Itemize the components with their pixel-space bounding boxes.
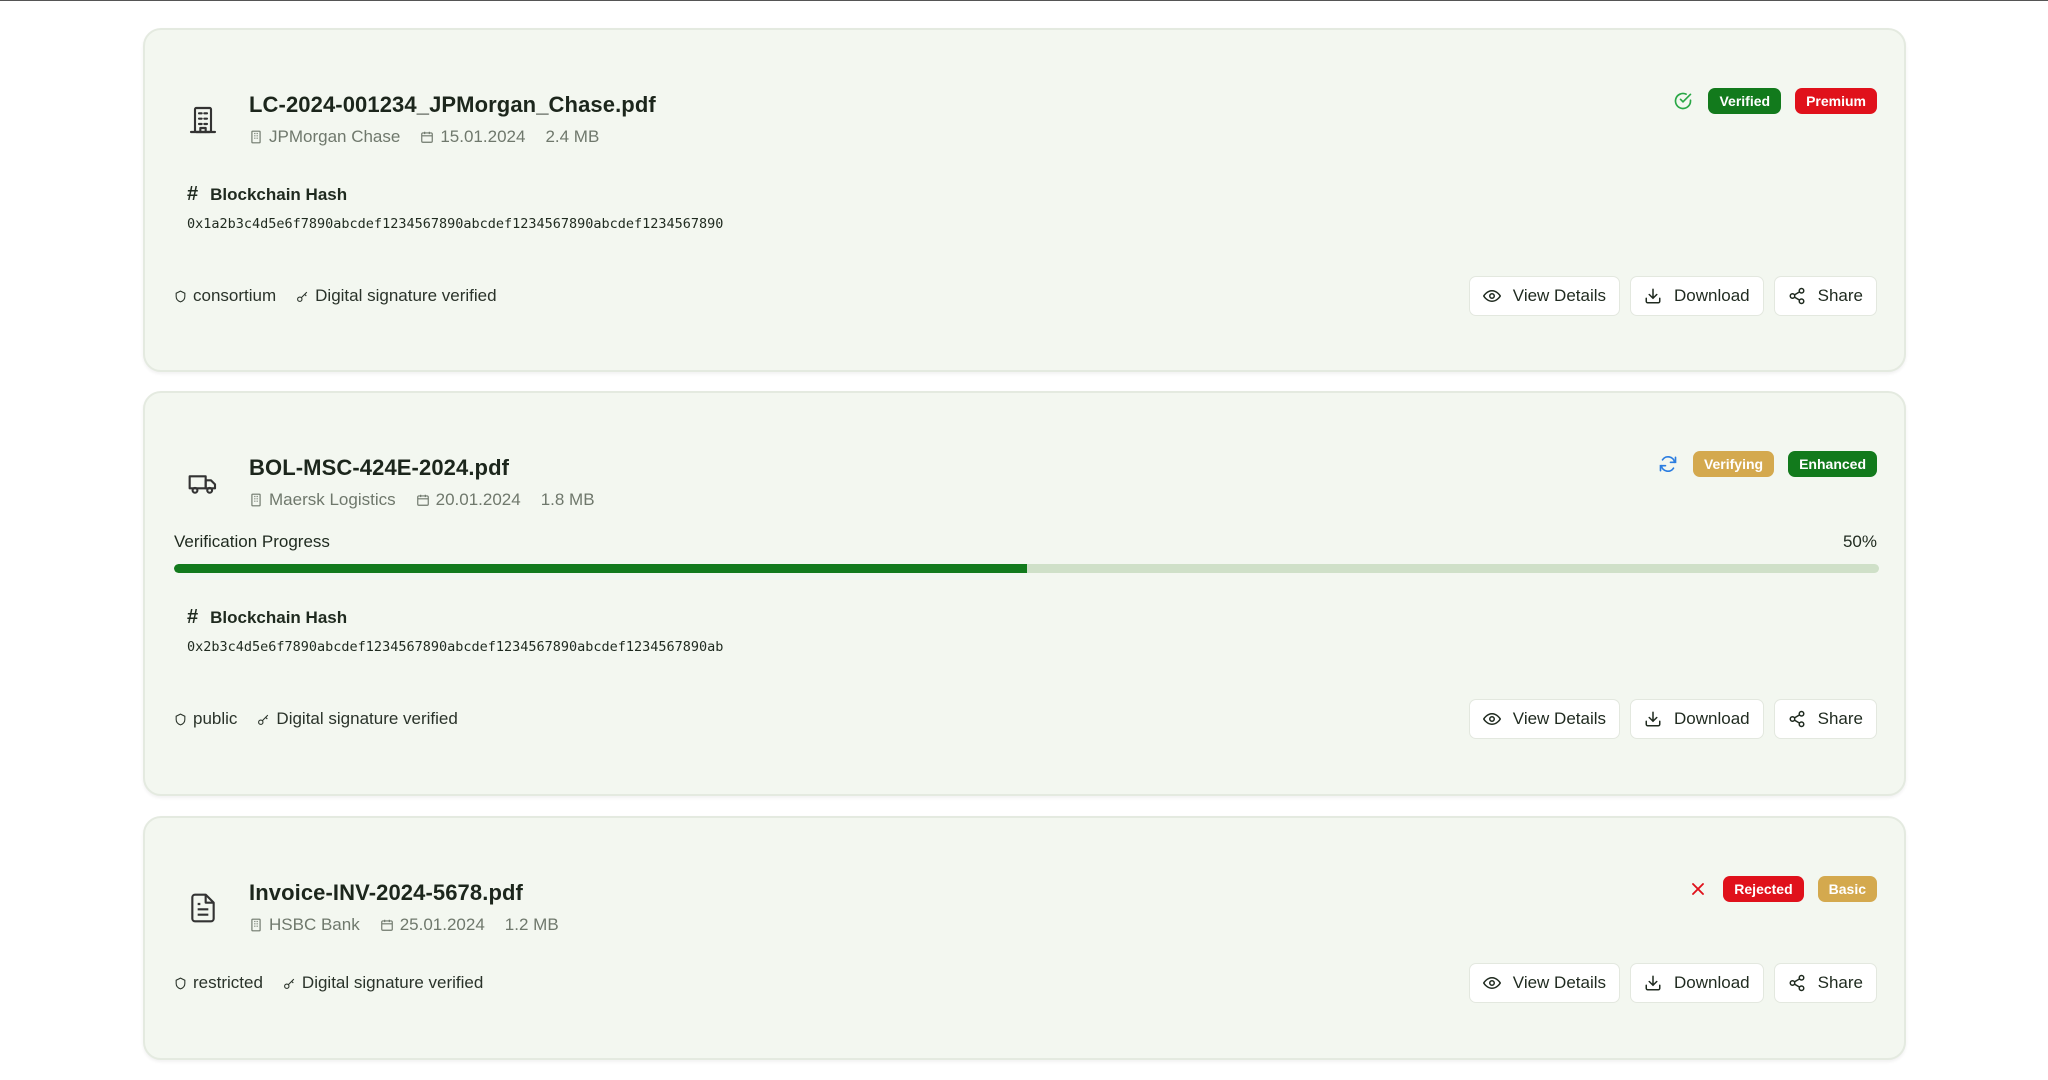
- document-meta: HSBC Bank 25.01.2024 1.2 MB: [249, 915, 579, 935]
- tier-badge: Enhanced: [1788, 451, 1877, 477]
- document-flags: public Digital signature verified: [174, 709, 478, 729]
- signature-status: Digital signature verified: [257, 709, 458, 729]
- building-document-icon: [187, 104, 219, 136]
- file-size: 2.4 MB: [545, 127, 600, 146]
- document-meta: Maersk Logistics 20.01.2024 1.8 MB: [249, 490, 615, 510]
- access-level: consortium: [174, 286, 276, 306]
- calendar-icon: [416, 494, 429, 506]
- document-flags: restricted Digital signature verified: [174, 973, 503, 993]
- building-icon: [251, 130, 261, 144]
- date: 25.01.2024: [380, 915, 485, 935]
- hash-icon: #: [187, 606, 199, 628]
- download-button[interactable]: Download: [1630, 963, 1764, 1003]
- progress-percent: 50%: [1842, 532, 1877, 551]
- download-icon: [1645, 975, 1661, 991]
- document-actions: View Details Download Share: [1459, 963, 1877, 1003]
- key-icon: [258, 714, 269, 725]
- share-button[interactable]: Share: [1773, 699, 1877, 739]
- status-badge: Rejected: [1723, 876, 1804, 902]
- building-icon: [251, 918, 261, 932]
- share-icon: [1789, 710, 1805, 728]
- key-icon: [297, 291, 308, 302]
- signature-status: Digital signature verified: [283, 973, 483, 993]
- truck-icon: [187, 467, 219, 499]
- status-badge: Verifying: [1692, 451, 1775, 477]
- view-details-button[interactable]: View Details: [1468, 276, 1621, 316]
- calendar-icon: [421, 131, 434, 143]
- progress-label: Verification Progress: [174, 532, 330, 551]
- document-title[interactable]: Invoice-INV-2024-5678.pdf: [249, 880, 523, 906]
- file-size: 1.2 MB: [504, 915, 559, 934]
- key-icon: [284, 978, 295, 989]
- hash-icon: #: [187, 183, 199, 205]
- share-icon: [1789, 287, 1805, 305]
- tier-badge: Premium: [1795, 88, 1877, 114]
- signature-status: Digital signature verified: [296, 286, 497, 306]
- file-text-icon: [187, 892, 219, 924]
- document-flags: consortium Digital signature verified: [174, 286, 517, 306]
- refresh-icon: [1657, 453, 1679, 475]
- download-icon: [1645, 711, 1661, 727]
- eye-icon: [1482, 976, 1501, 990]
- download-icon: [1645, 288, 1661, 304]
- hash-value: 0x1a2b3c4d5e6f7890abcdef1234567890abcdef…: [187, 216, 724, 232]
- hash-label: # Blockchain Hash: [187, 606, 348, 628]
- progress-bar: [174, 564, 1879, 573]
- issuer: Maersk Logistics: [249, 490, 396, 510]
- shield-icon: [175, 289, 186, 302]
- eye-icon: [1482, 289, 1501, 303]
- status-badges: Verifying Enhanced: [1657, 451, 1877, 477]
- document-meta: JPMorgan Chase 15.01.2024 2.4 MB: [249, 127, 619, 147]
- status-badge: Verified: [1708, 88, 1782, 114]
- download-button[interactable]: Download: [1630, 699, 1764, 739]
- document-card: Invoice-INV-2024-5678.pdf HSBC Bank 25.0…: [143, 816, 1906, 1060]
- document-title[interactable]: LC-2024-001234_JPMorgan_Chase.pdf: [249, 92, 656, 118]
- status-badges: Rejected Basic: [1687, 876, 1877, 902]
- x-icon: [1687, 878, 1709, 900]
- document-card: LC-2024-001234_JPMorgan_Chase.pdf JPMorg…: [143, 28, 1906, 372]
- access-level: restricted: [174, 973, 263, 993]
- date: 15.01.2024: [420, 127, 525, 147]
- share-button[interactable]: Share: [1773, 276, 1877, 316]
- status-badges: Verified Premium: [1672, 88, 1877, 114]
- issuer: JPMorgan Chase: [249, 127, 400, 147]
- hash-value: 0x2b3c4d5e6f7890abcdef1234567890abcdef12…: [187, 639, 724, 655]
- document-actions: View Details Download Share: [1459, 276, 1877, 316]
- building-icon: [251, 493, 261, 507]
- calendar-icon: [380, 919, 393, 931]
- hash-label: # Blockchain Hash: [187, 183, 348, 205]
- file-size: 1.8 MB: [540, 490, 595, 509]
- tier-badge: Basic: [1817, 876, 1877, 902]
- download-button[interactable]: Download: [1630, 276, 1764, 316]
- shield-icon: [175, 976, 186, 989]
- share-icon: [1789, 974, 1805, 992]
- issuer: HSBC Bank: [249, 915, 360, 935]
- document-title[interactable]: BOL-MSC-424E-2024.pdf: [249, 455, 509, 481]
- view-details-button[interactable]: View Details: [1468, 963, 1621, 1003]
- check-circle-icon: [1672, 90, 1694, 112]
- eye-icon: [1482, 712, 1501, 726]
- document-actions: View Details Download Share: [1459, 699, 1877, 739]
- view-details-button[interactable]: View Details: [1468, 699, 1621, 739]
- document-card: BOL-MSC-424E-2024.pdf Maersk Logistics 2…: [143, 391, 1906, 796]
- date: 20.01.2024: [416, 490, 521, 510]
- progress-fill: [174, 564, 1027, 573]
- shield-icon: [175, 712, 186, 725]
- share-button[interactable]: Share: [1773, 963, 1877, 1003]
- access-level: public: [174, 709, 237, 729]
